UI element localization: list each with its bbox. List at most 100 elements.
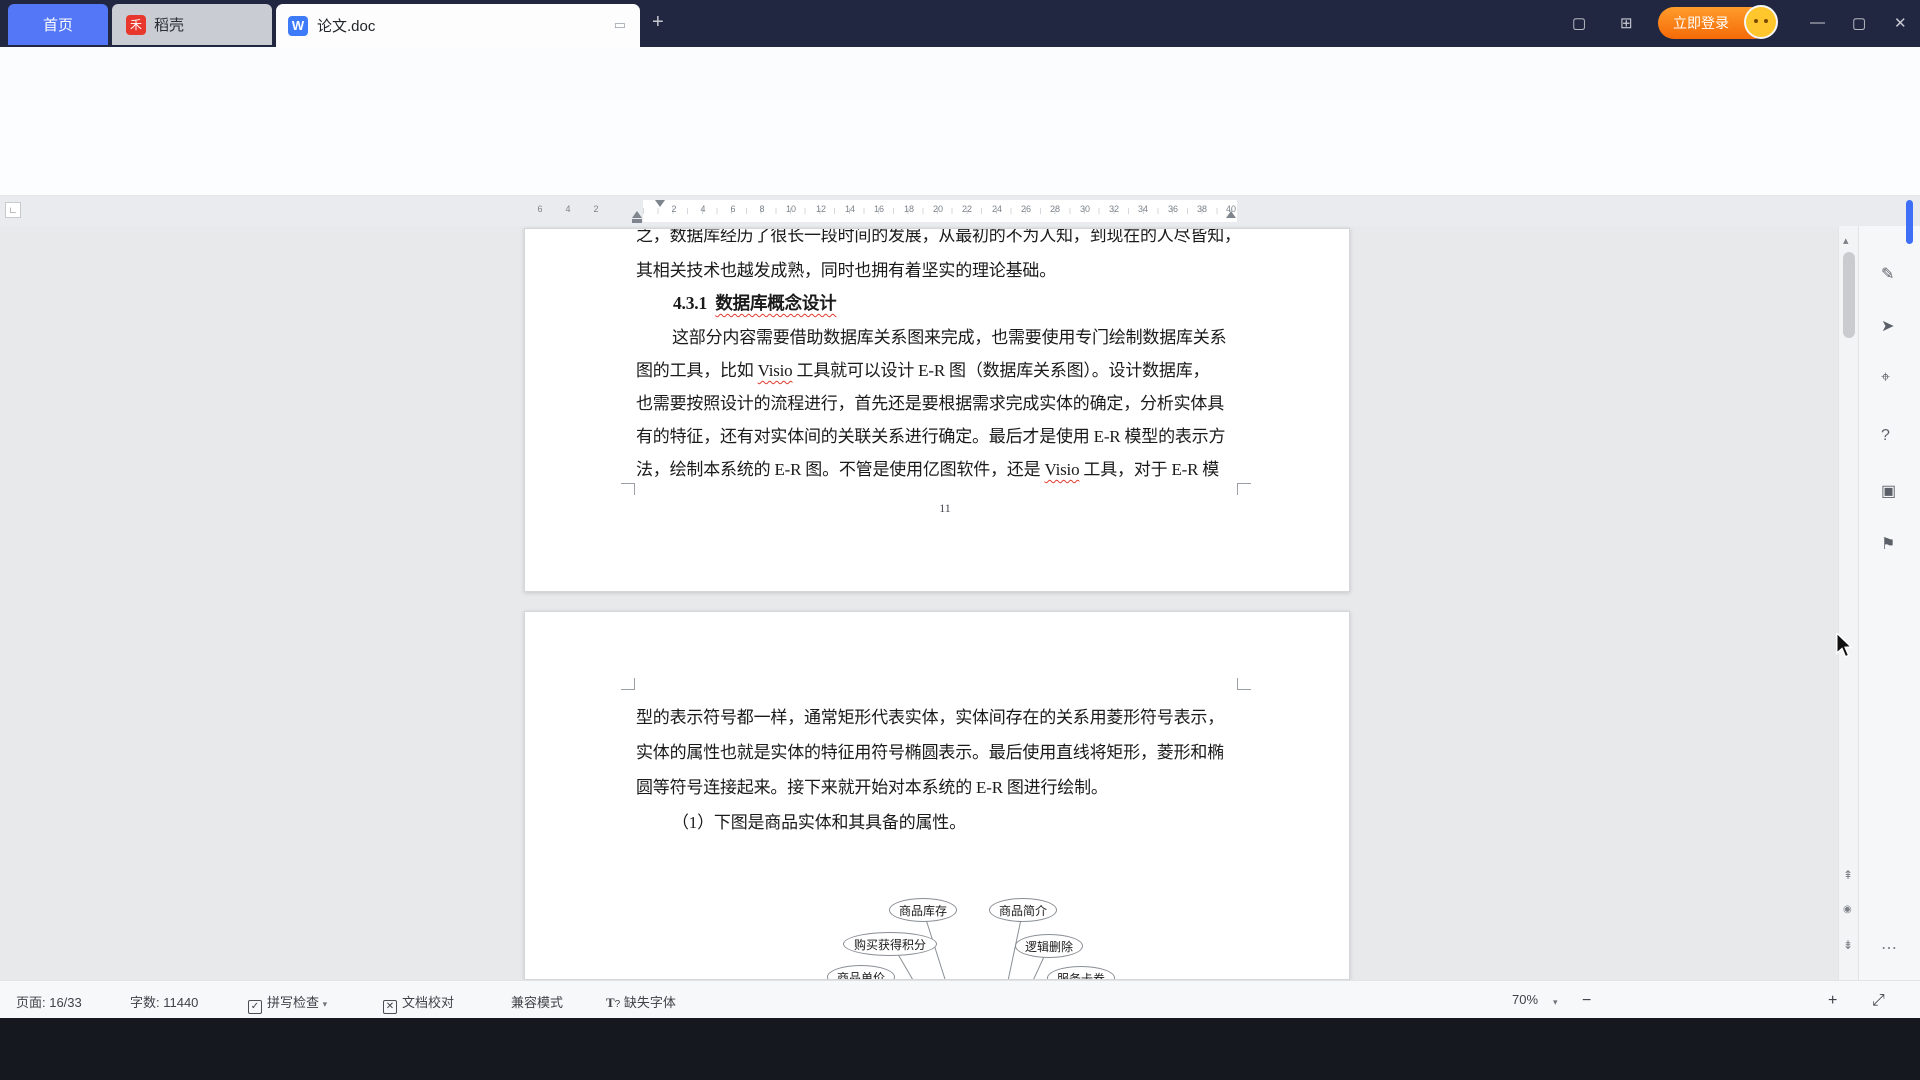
ruler-number: 26 — [1021, 204, 1031, 214]
apps-grid-icon[interactable]: ⊞ — [1620, 14, 1633, 32]
ruler-number: 10 — [786, 204, 796, 214]
hanging-indent-marker[interactable] — [632, 211, 642, 218]
body-text-line: 其相关技术也越发成熟，同时也拥有着坚实的理论基础。 — [636, 260, 1276, 281]
body-text-line: 也需要按照设计的流程进行，首先还是要根据需求完成实体的确定，分析实体具 — [636, 393, 1276, 414]
window-tab-bar: 首页 禾 稻壳 W 论文.doc ▭ + ▢ ⊞ 立即登录 — ▢ ✕ — [0, 0, 1920, 47]
document-tab-title: 论文.doc — [317, 15, 375, 36]
zoom-level[interactable]: 70% — [1512, 992, 1538, 1007]
sidebar-more-icon[interactable]: ⋯ — [1881, 938, 1897, 958]
zoom-out-icon[interactable]: − — [1582, 992, 1591, 1010]
body-text-line: 这部分内容需要借助数据库关系图来完成，也需要使用专门绘制数据库关系 — [672, 327, 1312, 348]
body-text-line: 型的表示符号都一样，通常矩形代表实体，实体间存在的关系用菱形符号表示， — [636, 707, 1276, 728]
left-indent-marker[interactable] — [632, 219, 642, 223]
right-tool-sidebar: ✎ ➤ ⌖? ▣ ⚑ ⋯ — [1858, 226, 1920, 980]
sidebar-indicator — [1906, 200, 1913, 244]
monitor-icon[interactable]: ▢ — [1572, 14, 1586, 32]
ruler-number: 14 — [845, 204, 855, 214]
zoom-in-icon[interactable]: + — [1828, 992, 1837, 1010]
right-indent-marker[interactable] — [1226, 211, 1236, 218]
ruler-number: 4 — [700, 204, 705, 214]
menu-row: ☰ 文件 ↺ ▾ ↻ ⌄ 开始插入页面布局引用审阅视图章节开发工具会员专享推 ›… — [0, 47, 1920, 98]
body-text-line: （1）下图是商品实体和其具备的属性。 — [672, 812, 1312, 833]
compat-mode-label: 兼容模式 — [511, 992, 563, 1011]
body-text-line: 法，绘制本系统的 E-R 图。不管是使用亿图软件，还是 Visio 工具，对于 … — [636, 459, 1276, 480]
word-count: 字数: 11440 — [130, 992, 198, 1011]
first-line-indent-marker[interactable] — [655, 200, 665, 207]
ruler-number: 8 — [759, 204, 764, 214]
page-16[interactable]: 之，数据库经历了很长一段时间的发展，从最初的不为人知，到现在的人尽皆知， 其相关… — [524, 228, 1350, 592]
ruler-number: 2 — [593, 204, 598, 214]
scrollbar-thumb[interactable] — [1843, 252, 1855, 338]
fullscreen-icon[interactable]: ⤢ — [1872, 992, 1885, 1010]
ruler-number: 36 — [1168, 204, 1178, 214]
home-tab[interactable]: 首页 — [8, 4, 108, 45]
ruler-number: 6 — [537, 204, 542, 214]
body-text-line: 圆等符号连接起来。接下来就开始对本系统的 E-R 图进行绘制。 — [636, 777, 1276, 798]
sidebar-tool-icon[interactable]: ⚑ — [1881, 534, 1895, 554]
ruler-number: 34 — [1138, 204, 1148, 214]
er-attribute-ellipse: 商品简介 — [989, 898, 1057, 922]
maximize-button[interactable]: ▢ — [1852, 14, 1866, 32]
new-tab-button[interactable]: + — [652, 12, 664, 32]
ruler-number: 2 — [671, 204, 676, 214]
sidebar-tool-icon[interactable]: ▣ — [1881, 481, 1896, 501]
page-number: 11 — [925, 501, 965, 516]
ruler-number: 22 — [962, 204, 972, 214]
missing-font-button[interactable]: T? 缺失字体 — [606, 992, 676, 1011]
heading-4-3-1: 4.3.1 数据库概念设计 — [673, 293, 1313, 314]
vertical-scrollbar[interactable]: ▴ ⇞ ◉ ⇟ — [1838, 226, 1858, 980]
proofing-button[interactable]: ✕文档校对 — [383, 992, 454, 1014]
previous-page-icon[interactable]: ⇞ — [1843, 868, 1853, 882]
sidebar-tool-icon[interactable]: ✎ — [1881, 264, 1894, 284]
ruler-number: 4 — [565, 204, 570, 214]
margin-mark — [1237, 678, 1251, 690]
ruler-number: 28 — [1050, 204, 1060, 214]
page-17[interactable]: 型的表示符号都一样，通常矩形代表实体，实体间存在的关系用菱形符号表示， 实体的属… — [524, 611, 1350, 980]
browse-object-icon[interactable]: ◉ — [1843, 904, 1852, 915]
ruler-number: 38 — [1197, 204, 1207, 214]
ruler-number: 20 — [933, 204, 943, 214]
sidebar-tool-icon[interactable]: ? — [1881, 427, 1890, 445]
status-bar: 页面: 16/33 字数: 11440 ✓拼写检查 ▾ ✕文档校对 兼容模式 T… — [0, 980, 1920, 1018]
document-canvas[interactable]: 之，数据库经历了很长一段时间的发展，从最初的不为人知，到现在的人尽皆知， 其相关… — [0, 226, 1920, 980]
checkbox-icon: ✓ — [248, 1000, 262, 1014]
wps-doc-icon: W — [288, 16, 308, 36]
margin-mark — [621, 678, 635, 690]
avatar[interactable] — [1744, 5, 1778, 39]
mouse-cursor — [1834, 633, 1854, 664]
wps-writer-window: 首页 禾 稻壳 W 论文.doc ▭ + ▢ ⊞ 立即登录 — ▢ ✕ ☰ 文件… — [0, 0, 1920, 1080]
er-attribute-ellipse: 逻辑删除 — [1015, 934, 1083, 958]
document-tab[interactable]: W 论文.doc ▭ — [276, 4, 640, 47]
page-indicator: 页面: 16/33 — [16, 992, 82, 1011]
ribbon-toolbar: 粘贴 ▾ ✂ 剪切 ⧉ 复制 格式刷 黑体▾ 小二▾ A⁺ A⁻ ◇ wén 文… — [0, 98, 1920, 196]
margin-mark — [1237, 483, 1251, 495]
horizontal-ruler[interactable]: ∟ 64224681012141618202224262830323436384… — [0, 196, 1920, 226]
close-button[interactable]: ✕ — [1894, 14, 1907, 32]
ruler-number: 30 — [1080, 204, 1090, 214]
next-page-icon[interactable]: ⇟ — [1843, 938, 1853, 952]
scroll-up-icon[interactable]: ▴ — [1843, 234, 1849, 247]
body-text-line: 有的特征，还有对实体间的关联关系进行确定。最后才是使用 E-R 模型的表示方 — [636, 426, 1276, 447]
docer-logo-icon: 禾 — [126, 15, 146, 35]
ruler-number: 16 — [874, 204, 884, 214]
ruler-number: 32 — [1109, 204, 1119, 214]
ruler-number: 24 — [992, 204, 1002, 214]
minimize-button[interactable]: — — [1810, 14, 1825, 31]
ruler-number: 18 — [904, 204, 914, 214]
body-text-line: 图的工具，比如 Visio 工具就可以设计 E-R 图（数据库关系图）。设计数据… — [636, 360, 1276, 381]
body-text-line: 之，数据库经历了很长一段时间的发展，从最初的不为人知，到现在的人尽皆知， — [636, 228, 1276, 246]
tab-pin-icon[interactable]: ▭ — [614, 17, 626, 33]
margin-mark — [621, 483, 635, 495]
ruler-number: 6 — [730, 204, 735, 214]
windows-taskbar: ⊞ ❄ e 张家界自助游攻略 搜索一下 e ☺ W 21% CPU利用率 ▂▅▃… — [0, 1018, 1920, 1080]
body-text-line: 实体的属性也就是实体的特征用符号椭圆表示。最后使用直线将矩形，菱形和椭 — [636, 742, 1276, 763]
er-attribute-ellipse: 购买获得积分 — [843, 932, 937, 956]
sidebar-tool-icon[interactable]: ⌖ — [1881, 369, 1890, 387]
er-attribute-ellipse: 商品库存 — [889, 898, 957, 922]
zoom-dropdown-icon[interactable]: ▾ — [1553, 997, 1558, 1008]
tab-selector-box[interactable]: ∟ — [5, 202, 21, 218]
proof-icon: ✕ — [383, 1000, 397, 1014]
docer-tab[interactable]: 禾 稻壳 — [112, 4, 272, 45]
sidebar-tool-icon[interactable]: ➤ — [1881, 316, 1894, 336]
spell-check-toggle[interactable]: ✓拼写检查 ▾ — [248, 992, 327, 1014]
